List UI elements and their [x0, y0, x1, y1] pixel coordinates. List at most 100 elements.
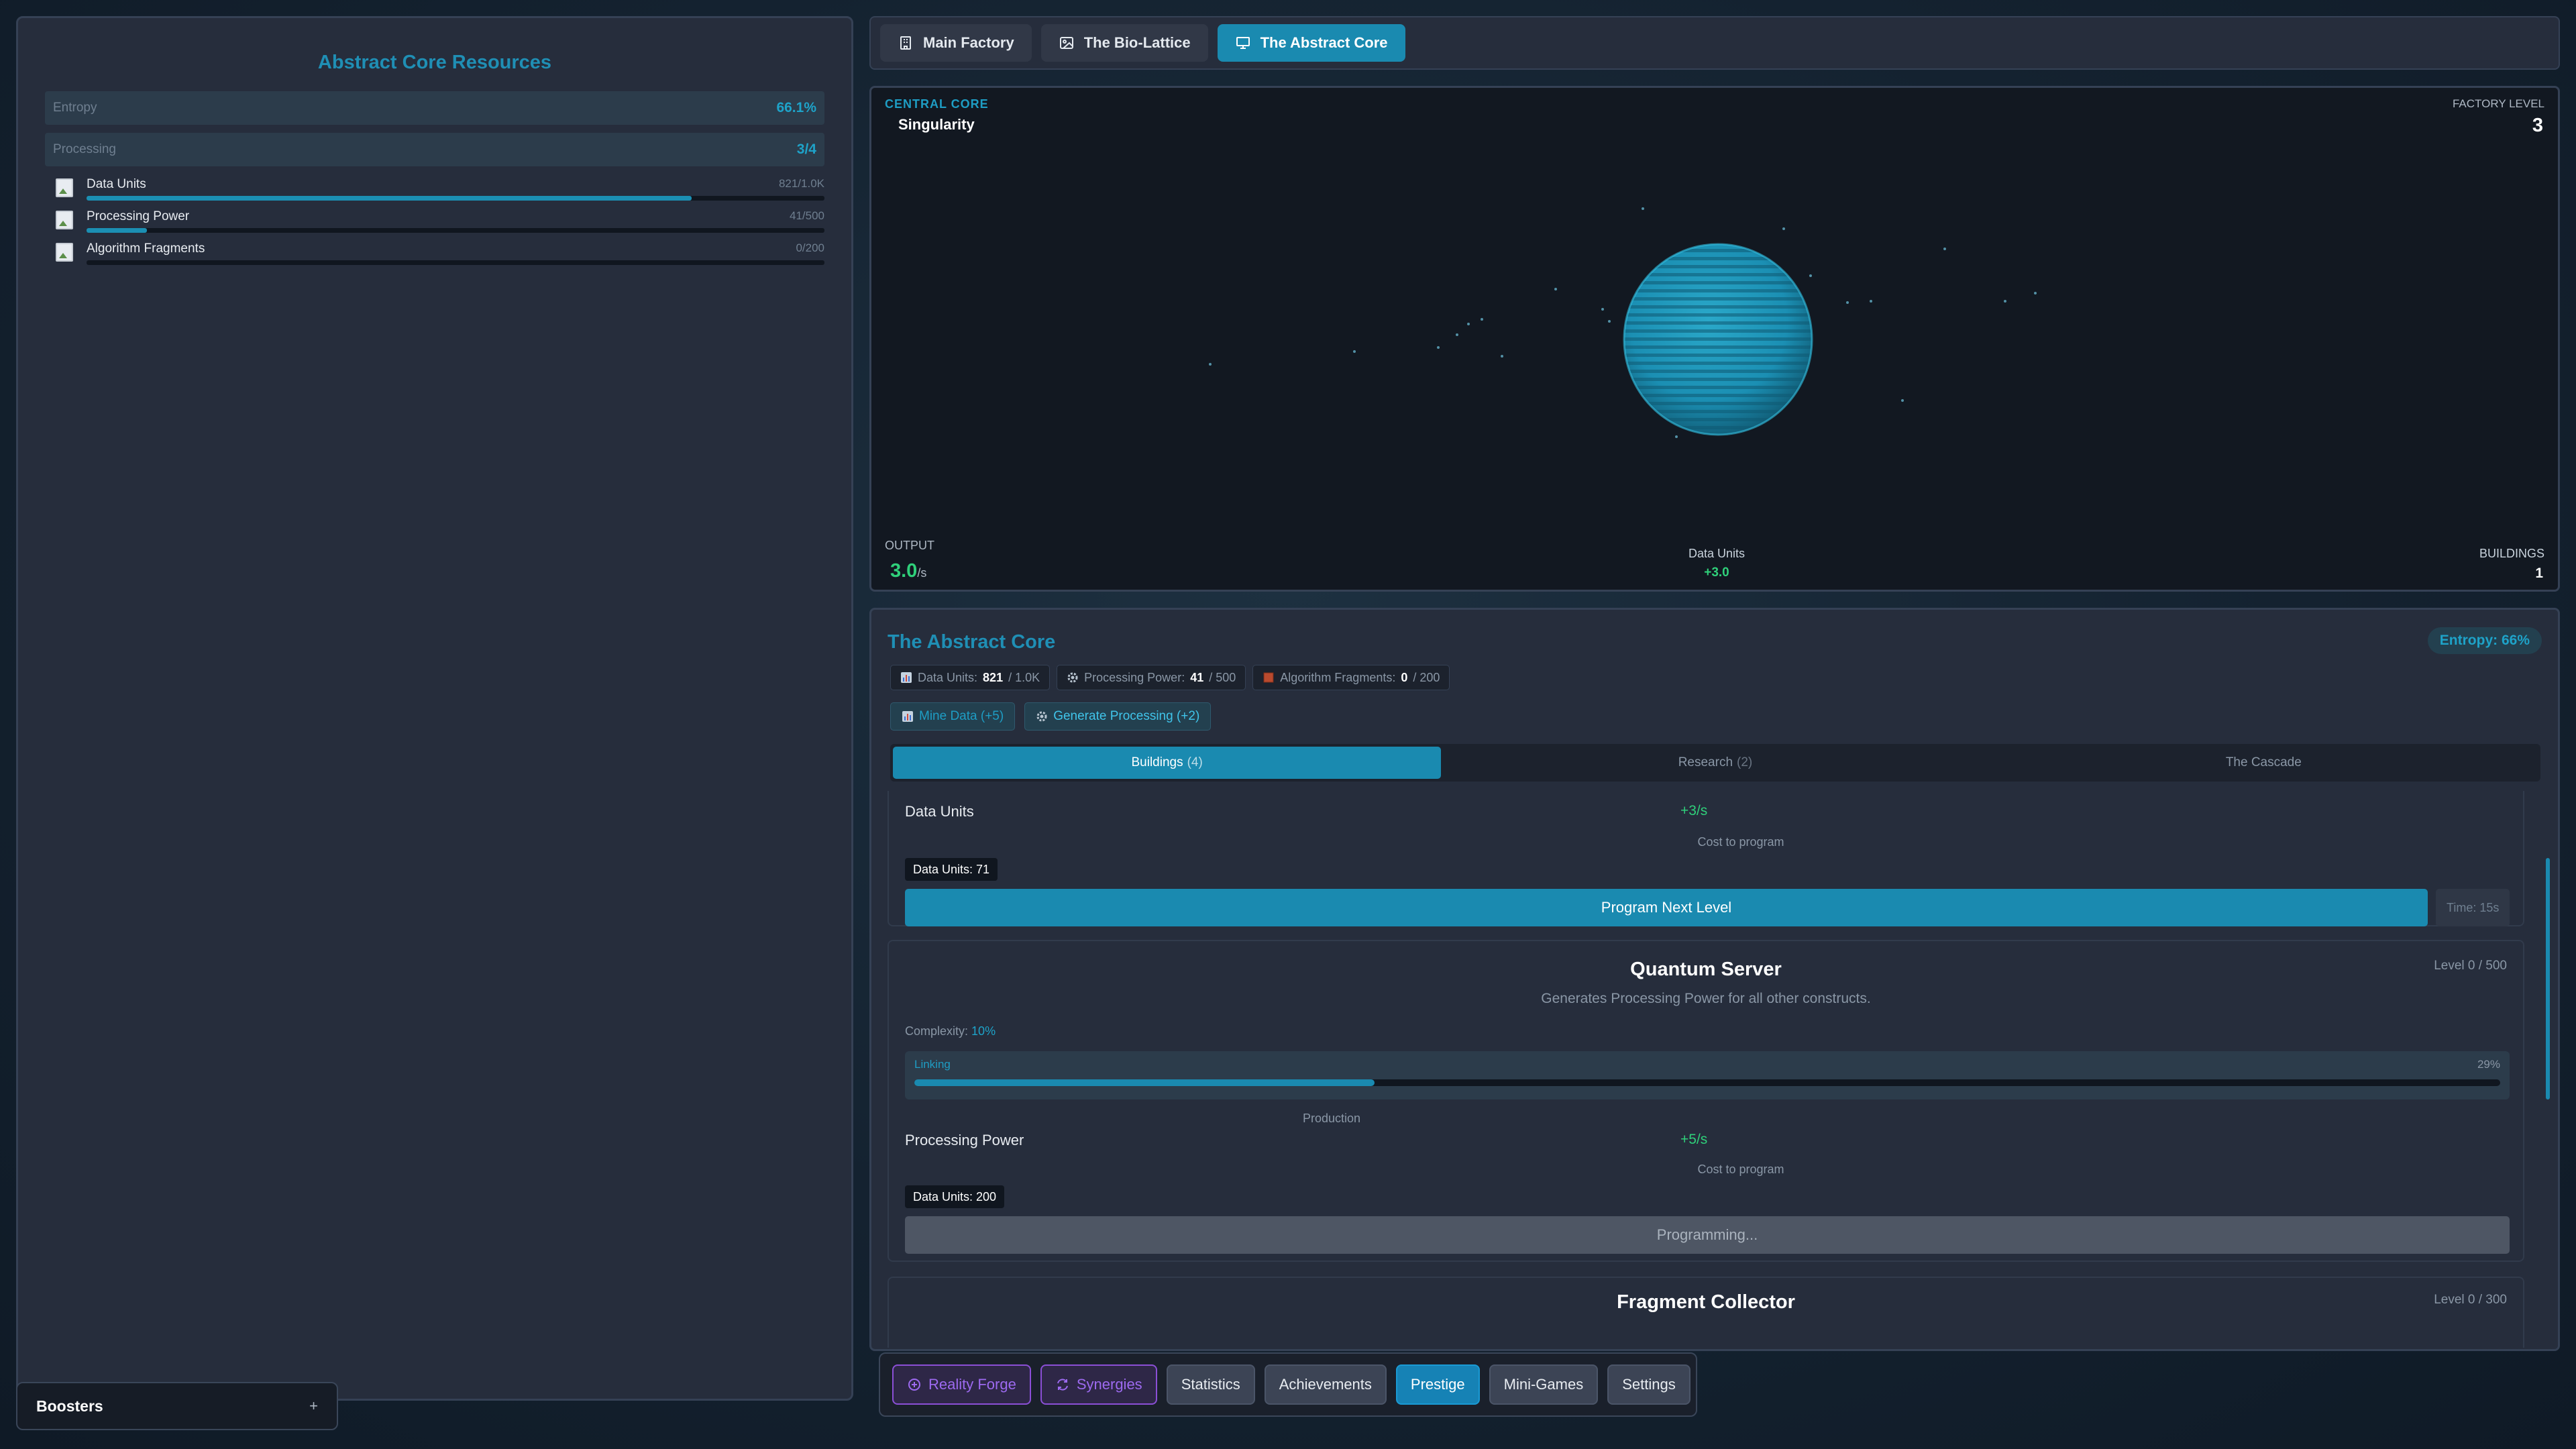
particle	[1209, 363, 1212, 366]
subtab-label: Buildings	[1131, 755, 1183, 769]
settings-button[interactable]: Settings	[1607, 1364, 1690, 1405]
factory-tabs: Main Factory The Bio-Lattice The Abstrac…	[869, 16, 2560, 70]
tab-label: The Abstract Core	[1260, 34, 1388, 51]
achievements-button[interactable]: Achievements	[1264, 1364, 1387, 1405]
resource-processing-power: Processing Power 41/500	[52, 207, 824, 239]
prestige-button[interactable]: Prestige	[1395, 1364, 1480, 1405]
building-level: Level 0 / 500	[2434, 959, 2507, 973]
building-description: Generates Processing Power for all other…	[1541, 991, 1871, 1006]
subtab-research[interactable]: Research (2)	[1441, 747, 1989, 779]
resource-data-units: Data Units 821/1.0K	[52, 174, 824, 207]
sphere-stripe	[1624, 305, 1812, 309]
output-label: OUTPUT	[885, 539, 934, 552]
tab-label: Main Factory	[923, 34, 1014, 51]
cost-chip: Data Units: 71	[905, 858, 998, 881]
sphere-stripe	[1624, 354, 1812, 357]
forge-icon	[908, 1379, 920, 1391]
tab-bio-lattice[interactable]: The Bio-Lattice	[1040, 24, 1208, 62]
synergies-button[interactable]: Synergies	[1040, 1364, 1157, 1405]
tab-label: The Bio-Lattice	[1083, 34, 1191, 51]
chip-data-units: Data Units: 821 / 1.0K	[890, 665, 1051, 690]
tab-abstract-core[interactable]: The Abstract Core	[1217, 24, 1405, 62]
sphere-stripe	[1624, 362, 1812, 365]
sphere-stripe	[1624, 378, 1812, 381]
statistics-button[interactable]: Statistics	[1166, 1364, 1255, 1405]
particle	[1353, 350, 1356, 353]
particle	[1456, 333, 1458, 336]
bottom-navigation: Reality Forge Synergies Statistics Achie…	[879, 1352, 1697, 1417]
chart-icon	[901, 672, 912, 683]
core-sphere-canvas	[1209, 207, 2037, 438]
particle	[1782, 227, 1785, 230]
boosters-panel-toggle[interactable]: Boosters +	[16, 1382, 338, 1430]
cost-label: Cost to program	[1697, 835, 1784, 849]
subtab-cascade[interactable]: The Cascade	[1990, 747, 2538, 779]
building-icon	[900, 36, 911, 50]
buildings-list[interactable]: Data Units +3/s Cost to program Data Uni…	[888, 791, 2542, 1348]
particle	[1601, 308, 1604, 311]
nav-label: Prestige	[1410, 1376, 1465, 1393]
factory-level-value: 3	[2532, 115, 2543, 136]
resource-value: 41/500	[790, 209, 824, 222]
particle	[1608, 320, 1611, 323]
chip-value: 41	[1190, 670, 1204, 684]
resources-title: Abstract Core Resources	[317, 52, 552, 73]
particle	[2034, 292, 2037, 294]
production-rate: +3/s	[1680, 803, 1708, 818]
chip-value: 821	[983, 670, 1004, 684]
chip-max: / 200	[1413, 670, 1440, 684]
chip-max: / 500	[1209, 670, 1236, 684]
tab-main-factory[interactable]: Main Factory	[880, 24, 1032, 62]
program-next-level-button[interactable]: Program Next Level	[905, 889, 2428, 926]
chip-label: Data Units:	[918, 670, 978, 684]
central-core-label: CENTRAL CORE	[885, 97, 989, 111]
linking-bar	[914, 1079, 2500, 1086]
building-card-quantum-server: Quantum Server Level 0 / 500 Generates P…	[888, 940, 2524, 1262]
production-resource: Processing Power	[905, 1132, 1024, 1148]
buildings-label: BUILDINGS	[2479, 547, 2544, 560]
expand-icon[interactable]: +	[309, 1397, 318, 1415]
resource-chips: Data Units: 821 / 1.0K Processing Power:…	[890, 665, 1450, 690]
core-name: Singularity	[898, 116, 975, 133]
time-chip: Time: 15s	[2436, 889, 2510, 926]
production-label: Production	[1302, 1112, 1361, 1125]
resource-label: Data Units	[1688, 547, 1746, 560]
mine-data-button[interactable]: Mine Data (+5)	[890, 702, 1016, 731]
entropy-badge: Entropy: 66%	[2427, 627, 2542, 654]
resource-name: Algorithm Fragments	[87, 241, 205, 256]
building-title: Fragment Collector	[1617, 1291, 1795, 1313]
resources-panel: Abstract Core Resources Entropy 66.1% Pr…	[16, 16, 853, 1401]
sphere-stripe	[1624, 386, 1812, 389]
resource-value: 821/1.0K	[778, 177, 824, 190]
list-scrollbar[interactable]	[2546, 858, 2550, 1099]
particle-field	[1209, 207, 2037, 438]
sphere-stripe	[1624, 257, 1812, 260]
sphere-stripe	[1624, 345, 1812, 349]
resource-name: Processing Power	[87, 209, 190, 223]
output-value: 3.0/s	[890, 560, 926, 582]
linking-label: Linking	[914, 1058, 951, 1071]
generate-processing-button[interactable]: Generate Processing (+2)	[1024, 702, 1212, 731]
production-resource: Data Units	[905, 803, 974, 820]
gear-icon	[1067, 672, 1078, 683]
programming-button[interactable]: Programming...	[905, 1216, 2510, 1254]
linking-bar-fill	[914, 1079, 1375, 1086]
particle	[1675, 435, 1678, 438]
subtab-label: Research	[1678, 755, 1733, 769]
subtab-buildings[interactable]: Buildings (4)	[893, 747, 1442, 779]
particle	[1437, 346, 1440, 349]
nav-label: Reality Forge	[928, 1376, 1016, 1393]
factory-level-label: FACTORY LEVEL	[2452, 97, 2544, 110]
mini-games-button[interactable]: Mini-Games	[1489, 1364, 1599, 1405]
sphere-stripe	[1624, 410, 1812, 413]
processing-label: Processing	[53, 142, 116, 156]
action-buttons: Mine Data (+5) Generate Processing (+2)	[890, 702, 1212, 731]
output-number: 3.0	[890, 560, 918, 582]
sphere-stripe	[1624, 337, 1812, 341]
subtab-label: The Cascade	[2225, 755, 2302, 769]
reality-forge-button[interactable]: Reality Forge	[892, 1364, 1031, 1405]
entropy-value: 66.1%	[776, 100, 816, 115]
resource-algorithm-fragments: Algorithm Fragments 0/200	[52, 239, 824, 271]
core-visualization: CENTRAL CORE Singularity FACTORY LEVEL 3…	[869, 86, 2560, 592]
entropy-label: Entropy	[53, 101, 97, 115]
